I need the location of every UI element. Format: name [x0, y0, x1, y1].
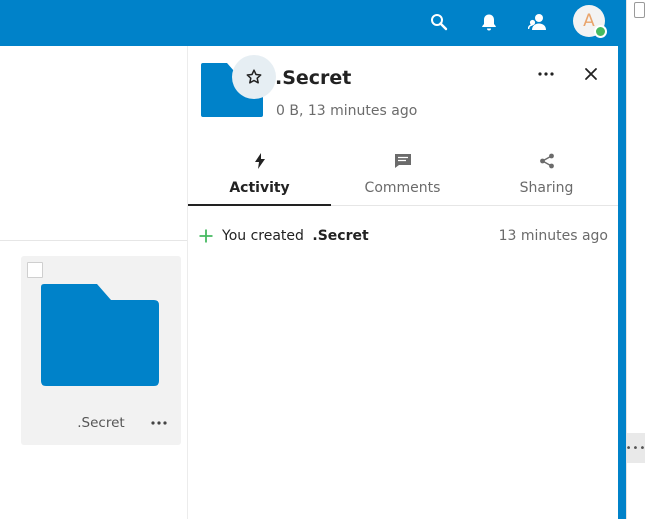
- favorite-star-button[interactable]: [232, 55, 276, 99]
- sidebar-subtitle: 0 B, 13 minutes ago: [276, 103, 418, 119]
- notifications-icon[interactable]: [475, 8, 503, 36]
- tab-comments-label: Comments: [364, 180, 441, 196]
- activity-item: You created .Secret 13 minutes ago: [188, 226, 618, 248]
- details-sidebar: .Secret 0 B, 13 minutes ago Activity Com…: [187, 46, 618, 519]
- tab-sharing-label: Sharing: [519, 180, 574, 196]
- plus-icon: [199, 229, 213, 243]
- sidebar-title: .Secret: [275, 67, 352, 89]
- search-icon[interactable]: [425, 8, 453, 36]
- comment-icon: [331, 152, 474, 170]
- tab-comments[interactable]: Comments: [331, 144, 474, 206]
- file-more-icon[interactable]: [147, 413, 171, 433]
- contacts-icon[interactable]: [524, 8, 552, 36]
- activity-time: 13 minutes ago: [498, 228, 608, 244]
- app-edge-strip: [618, 0, 626, 519]
- activity-text: You created .Secret: [222, 228, 369, 244]
- sidebar-more-icon[interactable]: [534, 64, 558, 84]
- tab-activity-label: Activity: [229, 180, 290, 196]
- activity-icon: [188, 152, 331, 170]
- status-online-indicator: [594, 25, 607, 38]
- file-select-checkbox[interactable]: [27, 262, 43, 278]
- folder-icon[interactable]: [41, 284, 159, 386]
- top-header: A: [0, 0, 626, 46]
- activity-object-link[interactable]: .Secret: [312, 228, 368, 244]
- sidebar-tabs: Activity Comments Sharing: [188, 144, 618, 206]
- star-icon: [246, 69, 262, 84]
- files-pane: .Secret: [0, 46, 187, 519]
- share-icon: [475, 152, 618, 170]
- close-icon[interactable]: [580, 63, 602, 85]
- tab-activity[interactable]: Activity: [188, 144, 331, 206]
- file-card[interactable]: .Secret: [21, 256, 181, 445]
- files-divider: [0, 240, 187, 241]
- tab-sharing[interactable]: Sharing: [475, 144, 618, 206]
- more-dots-icon[interactable]: •••: [626, 433, 645, 463]
- browser-corner-button[interactable]: [634, 2, 645, 18]
